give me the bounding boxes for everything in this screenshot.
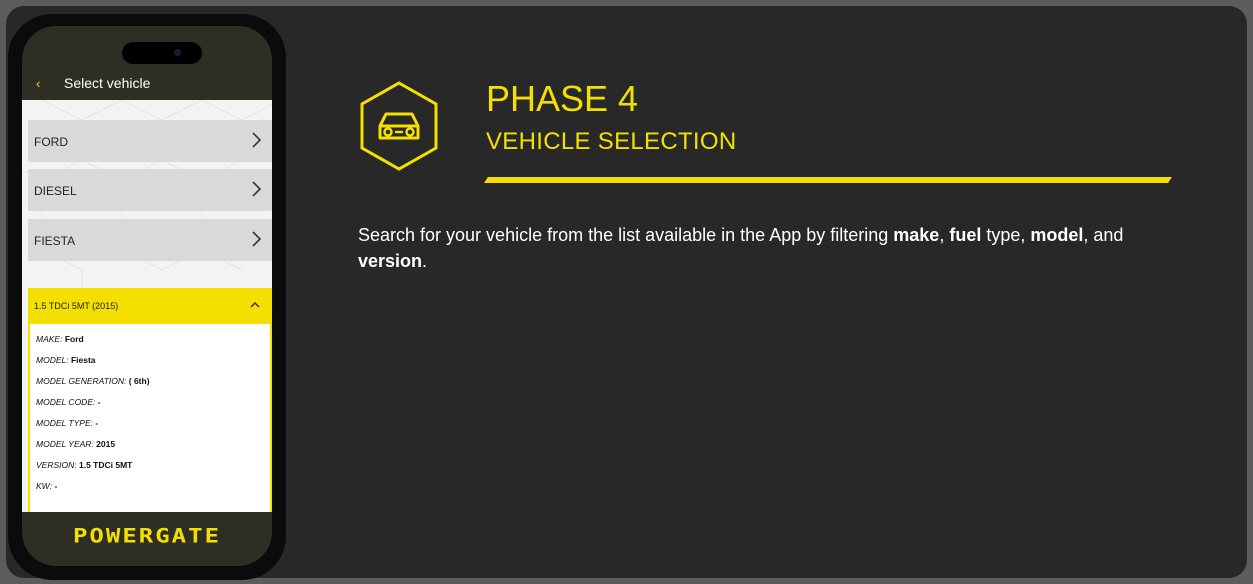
chevron-right-icon xyxy=(252,181,262,197)
phase-description: Search for your vehicle from the list av… xyxy=(358,225,1124,271)
car-icon xyxy=(360,81,438,171)
detail-row: VERSION: 1.5 TDCi 5MT xyxy=(36,460,133,470)
title-underline xyxy=(484,177,1172,183)
detail-row: MODEL GENERATION: ( 6th) xyxy=(36,376,150,386)
list-item-label: FORD xyxy=(34,135,68,149)
chevron-left-icon[interactable]: ‹ xyxy=(36,76,40,91)
header-title: Select vehicle xyxy=(64,75,151,91)
app-header: ‹ Select vehicle xyxy=(22,70,272,100)
detail-row: MAKE: Ford xyxy=(36,334,84,344)
chevron-right-icon xyxy=(252,231,262,247)
version-label: 1.5 TDCi 5MT (2015) xyxy=(34,301,119,311)
detail-row: MODEL: Fiesta xyxy=(36,355,96,365)
dynamic-island xyxy=(122,42,202,64)
phase-title: PHASE 4 xyxy=(486,78,639,119)
list-item-label: FIESTA xyxy=(34,234,76,248)
camera-dot xyxy=(174,49,181,56)
version-accordion-header[interactable]: 1.5 TDCi 5MT (2015) xyxy=(28,288,272,324)
list-item-model[interactable]: FIESTA xyxy=(28,219,272,261)
detail-row: MODEL CODE: - xyxy=(36,397,101,407)
chevron-right-icon xyxy=(252,132,262,148)
list-item-label: DIESEL xyxy=(34,184,77,198)
detail-row: MODEL TYPE: - xyxy=(36,418,99,428)
detail-row: KW: - xyxy=(36,481,58,491)
powergate-logo: POWERGATE xyxy=(72,524,222,548)
list-item-fuel[interactable]: DIESEL xyxy=(28,169,272,211)
version-details: MAKE: Ford MODEL: Fiesta MODEL GENERATIO… xyxy=(28,324,272,512)
phone-screen: ‹ Select vehicle FORD DIESEL FIESTA 1.5 … xyxy=(22,26,272,566)
phone-mockup: ‹ Select vehicle FORD DIESEL FIESTA 1.5 … xyxy=(8,14,286,580)
chevron-up-icon xyxy=(250,302,260,308)
app-content: FORD DIESEL FIESTA 1.5 TDCi 5MT (2015) M… xyxy=(22,100,272,512)
phase-subtitle: VEHICLE SELECTION xyxy=(486,128,737,155)
detail-row: MODEL YEAR: 2015 xyxy=(36,439,116,449)
list-item-make[interactable]: FORD xyxy=(28,120,272,162)
